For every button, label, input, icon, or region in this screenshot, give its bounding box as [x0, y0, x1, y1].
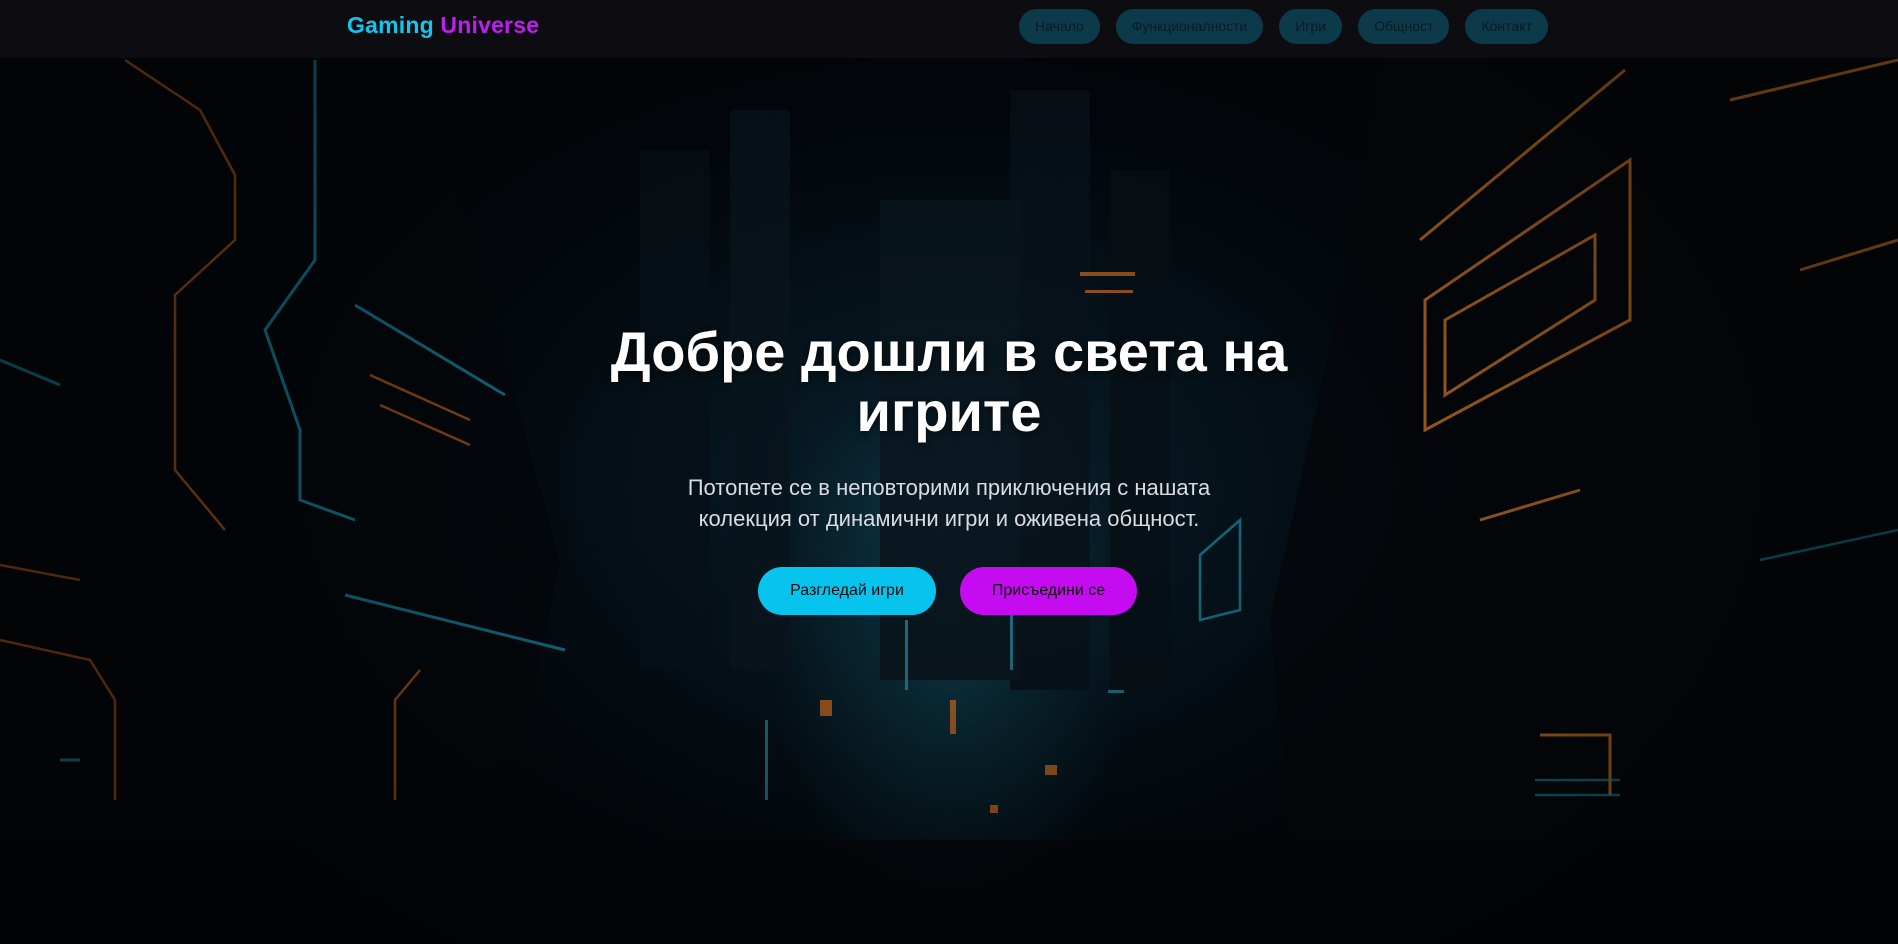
site-logo[interactable]: Gaming Universe [347, 12, 539, 39]
hero-title: Добре дошли в света на игрите [610, 320, 1288, 443]
nav-item-contact[interactable]: Контакт [1465, 9, 1548, 44]
main-nav: Начало Функционалности Игри Общност Конт… [1019, 9, 1548, 44]
browse-games-button[interactable]: Разгледай игри [758, 567, 936, 615]
nav-item-games[interactable]: Игри [1279, 9, 1343, 44]
nav-item-features[interactable]: Функционалности [1115, 9, 1264, 44]
logo-text-gaming: Gaming [347, 12, 434, 38]
navbar: Gaming Universe Начало Функционалности И… [0, 0, 1898, 58]
logo-text-universe: Universe [440, 12, 540, 38]
hero-subtitle: Потопете се в неповторими приключения с … [687, 475, 1211, 531]
page: Gaming Universe Начало Функционалности И… [0, 0, 1898, 944]
nav-item-community[interactable]: Общност [1358, 9, 1450, 44]
hero-section: Добре дошли в света на игрите Потопете с… [0, 0, 1898, 944]
nav-item-home[interactable]: Начало [1019, 9, 1100, 44]
join-button[interactable]: Присъедини се [960, 567, 1137, 615]
